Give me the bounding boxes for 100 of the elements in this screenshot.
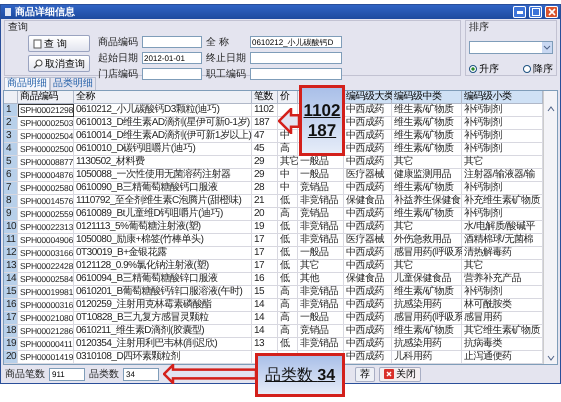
table-cell: 注射器/输液器/输: [462, 169, 543, 182]
column-header[interactable]: 编码级中类: [392, 91, 462, 104]
table-cell: 止泻通便药: [462, 351, 543, 364]
table-cell: 高: [278, 312, 298, 326]
window-title: 商品详细信息: [15, 5, 76, 20]
row-number: 2: [4, 117, 18, 130]
table-cell: 维生素/矿物质: [392, 182, 462, 196]
table-cell: 一般品: [298, 247, 344, 260]
table-cell: 维生素/矿物质: [392, 325, 462, 338]
table-cell: SPH00014576: [18, 195, 74, 208]
input-field[interactable]: 2012-01-01: [142, 52, 202, 64]
input-field[interactable]: [142, 68, 202, 80]
field-label: 起始日期: [98, 52, 138, 66]
table-cell: 中西成药: [344, 286, 392, 300]
table-cell: SPH00004876: [18, 169, 74, 182]
table-cell: 17: [252, 247, 278, 260]
table-cell: 中西成药: [344, 182, 392, 196]
table-cell: 低: [278, 195, 298, 208]
row-number: 5: [4, 156, 18, 170]
table-cell: 其它: [392, 260, 462, 274]
row-number: 20: [4, 351, 18, 364]
radio-option[interactable]: 降序: [523, 62, 553, 76]
input-field[interactable]: [142, 36, 202, 48]
footer-button[interactable]: 荐: [355, 366, 375, 382]
table-cell: 非竞销品: [298, 234, 344, 248]
table-cell: SPH00002504: [18, 130, 74, 144]
column-header[interactable]: 全称: [74, 91, 252, 104]
row-number: 8: [4, 195, 18, 208]
field-label: 职工编码: [206, 68, 246, 82]
input-field[interactable]: 34: [123, 368, 159, 381]
table-cell: 维生素/矿物质: [392, 104, 462, 118]
table-cell: 其它: [278, 156, 298, 170]
table-cell: SPH00002584: [18, 273, 74, 286]
table-cell: 高: [278, 143, 298, 156]
tab[interactable]: 品类明细: [50, 77, 96, 90]
scroll-down-icon: [546, 354, 554, 362]
search-button[interactable]: 查 询: [28, 35, 90, 52]
input-field[interactable]: [250, 52, 342, 64]
field-label: 品类数: [89, 368, 119, 382]
row-number: 11: [4, 234, 18, 248]
callout-text: 品类数 34: [264, 366, 336, 386]
input-field[interactable]: 0610212_小儿碳酸钙D: [250, 36, 342, 48]
table-cell: 29: [252, 169, 278, 182]
radio-option[interactable]: 升序: [469, 62, 499, 76]
table-cell: 补钙制剂: [462, 208, 543, 222]
minimize-button[interactable]: [513, 6, 526, 18]
close-icon: [384, 369, 394, 380]
table-cell: 14: [252, 325, 278, 338]
tab[interactable]: 商品明细: [4, 77, 50, 90]
row-number: 7: [4, 182, 18, 196]
table-cell: 非竞销品: [298, 195, 344, 208]
row-number: 3: [4, 130, 18, 144]
table-cell: 其它: [462, 260, 543, 274]
table-cell: 水/电解质/酸碱平: [462, 221, 543, 234]
table-cell: SPH00021286: [18, 325, 74, 338]
table-cell: 儿科用药: [392, 351, 462, 364]
table-cell: 高: [278, 325, 298, 338]
table-cell: 0310108_D四环素颗粒剂: [74, 351, 252, 364]
table-cell: SPH00021298: [18, 104, 74, 118]
column-header[interactable]: 编码级小类: [462, 91, 543, 104]
table-cell: 1050080_励康+棉签(竹棒单头): [74, 234, 252, 248]
scrollbar[interactable]: [543, 91, 557, 364]
table-cell: 一般品: [298, 169, 344, 182]
field-label: 全 称: [206, 36, 230, 50]
table-cell: 0610013_D维生素AD滴剂(星伊可新0-1岁): [74, 117, 252, 130]
table-cell: 15: [252, 286, 278, 300]
table-cell: 0610014_D维生素AD滴剂(伊可新1岁以上): [74, 130, 252, 144]
table-cell: 中: [278, 169, 298, 182]
table-cell: 维生素/矿物质: [392, 130, 462, 144]
table-cell: 其他: [298, 273, 344, 286]
input-field[interactable]: [250, 68, 342, 80]
row-number: 6: [4, 169, 18, 182]
table-cell: 0610211_维生素D滴剂(胶囊型): [74, 325, 252, 338]
column-header[interactable]: 价: [278, 91, 298, 104]
table-cell: 中西成药: [344, 325, 392, 338]
column-header[interactable]: 商品编码: [18, 91, 74, 104]
document-icon: [33, 38, 42, 49]
close-button[interactable]: [545, 6, 558, 18]
scroll-up-icon: [546, 105, 554, 114]
row-number: 17: [4, 312, 18, 326]
table-cell: 其它维生素矿物质: [462, 325, 543, 338]
close-button[interactable]: 关闭: [379, 366, 421, 382]
sort-dropdown[interactable]: [469, 41, 553, 54]
row-number: 13: [4, 260, 18, 274]
cancel-search-button[interactable]: 取消查询: [28, 55, 90, 72]
table-cell: 0121113_5%葡萄糖注射液(塑): [74, 221, 252, 234]
table-cell: 低: [278, 234, 298, 248]
table-cell: 中西成药: [344, 117, 392, 130]
input-field[interactable]: 911: [49, 368, 85, 381]
maximize-button[interactable]: [529, 6, 542, 18]
table-cell: 0121128_0.9%氯化钠注射液(塑): [74, 260, 252, 274]
table-cell: 中西成药: [344, 338, 392, 352]
column-header[interactable]: 笔数: [252, 91, 278, 104]
table-cell: 抗感染用药: [392, 299, 462, 312]
table-cell: 高: [278, 208, 298, 222]
table-cell: 0610089_Bt儿童维D钙咀嚼片(迪巧): [74, 208, 252, 222]
table-cell: SPH00000316: [18, 299, 74, 312]
table-cell: 16: [252, 273, 278, 286]
field-label: 门店编码: [98, 68, 138, 82]
table-cell: SPH00002500: [18, 143, 74, 156]
